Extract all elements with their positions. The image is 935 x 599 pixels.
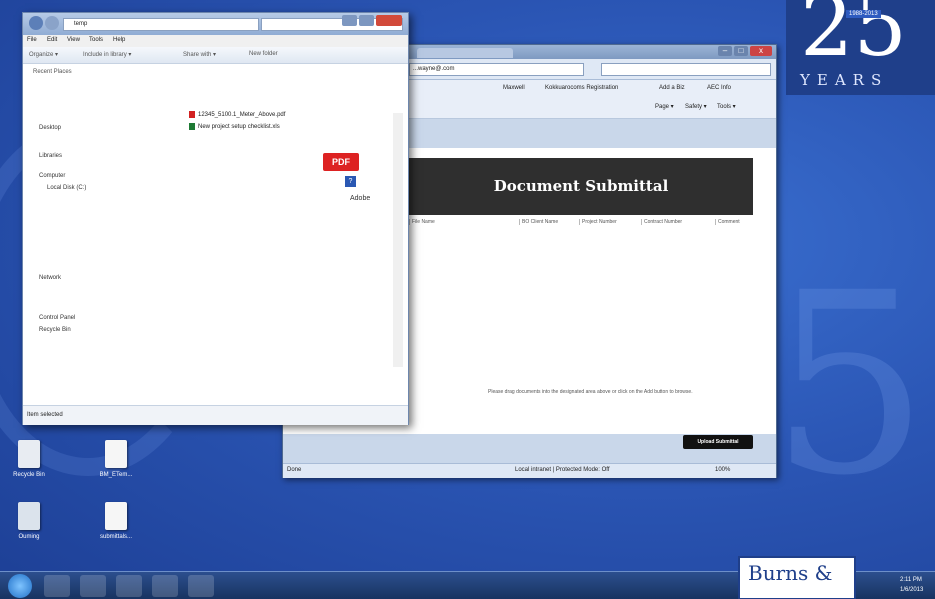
minimize-icon[interactable]: [342, 15, 357, 26]
favorite-link[interactable]: AEC Info: [707, 85, 731, 91]
desktop-icon-recycle-bin[interactable]: Recycle Bin: [5, 440, 53, 478]
anniversary-logo: 25 1988-2013 YEARS: [786, 0, 935, 95]
document-icon: [105, 440, 127, 468]
browser-tab[interactable]: [417, 48, 513, 58]
close-icon[interactable]: x: [750, 46, 772, 56]
safety-menu[interactable]: Safety ▾: [685, 103, 707, 110]
desktop-icon-label: submittals...: [99, 534, 132, 540]
upload-submittal-button[interactable]: Upload Submittal: [683, 435, 753, 449]
desktop-icon-label: Recycle Bin: [13, 472, 45, 478]
explorer-status-bar: Item selected: [23, 405, 408, 425]
taskbar: Burns & 2:11 PM 1/6/2013: [0, 556, 935, 599]
url-input[interactable]: ...wayne@.com: [409, 63, 584, 76]
forward-arrow-icon[interactable]: [45, 16, 59, 30]
tree-item-recycle-bin[interactable]: Recycle Bin: [39, 327, 71, 333]
explorer-window[interactable]: temp File Edit View Tools Help Organize …: [22, 12, 409, 425]
drop-hint: Please drag documents into the designate…: [488, 389, 693, 395]
adobe-label: Adobe: [350, 195, 371, 202]
logo-years: YEARS: [800, 71, 889, 89]
desktop-icon-file-2[interactable]: submittals...: [92, 502, 140, 540]
logo-dates: 1988-2013: [846, 10, 881, 18]
menu-tools[interactable]: Tools: [89, 37, 103, 43]
maximize-icon[interactable]: [359, 15, 374, 26]
include-library-button[interactable]: Include in library ▾: [83, 51, 131, 58]
menu-help[interactable]: Help: [113, 37, 125, 43]
document-icon: [105, 502, 127, 530]
organize-button[interactable]: Organize ▾: [29, 51, 58, 58]
minimize-icon[interactable]: –: [718, 46, 732, 56]
menu-edit[interactable]: Edit: [47, 37, 57, 43]
tree-item-desktop[interactable]: Desktop: [39, 125, 61, 131]
column-header: Comment: [715, 219, 740, 225]
tree-item-local-disk[interactable]: Local Disk (C:): [47, 185, 86, 191]
share-with-button[interactable]: Share with ▾: [183, 51, 216, 58]
pdf-preview-icon: PDF: [323, 153, 359, 171]
recycle-bin-icon: [18, 440, 40, 468]
browser-search-input[interactable]: [601, 63, 771, 76]
clock-date[interactable]: 1/6/2013: [900, 587, 923, 593]
wallpaper-five: 5: [770, 239, 930, 530]
column-header: BO Client Name: [519, 219, 558, 225]
file-name: 12345_5100.1_Meter_Above.pdf: [198, 112, 286, 119]
taskbar-app-icon[interactable]: [116, 575, 142, 597]
tree-item-libraries[interactable]: Libraries: [39, 153, 62, 159]
desktop-icon-ouming[interactable]: Ouming: [5, 502, 53, 540]
selection-status: Item selected: [27, 412, 63, 418]
column-header: Contract Number: [641, 219, 682, 225]
favorite-link[interactable]: Add a Biz: [659, 85, 685, 91]
column-header: Project Number: [579, 219, 617, 225]
menu-view[interactable]: View: [67, 37, 80, 43]
page-menu[interactable]: Page ▾: [655, 103, 674, 110]
application-icon: [18, 502, 40, 530]
help-badge-icon: ?: [345, 176, 356, 187]
browser-status-bar: Done Local intranet | Protected Mode: Of…: [283, 463, 776, 478]
submittal-table-header: File Name BO Client Name Project Number …: [409, 219, 753, 227]
tree-item-network[interactable]: Network: [39, 275, 61, 281]
tools-menu[interactable]: Tools ▾: [717, 103, 736, 110]
back-arrow-icon[interactable]: [29, 16, 43, 30]
recent-places[interactable]: Recent Places: [33, 69, 72, 75]
file-row[interactable]: 12345_5100.1_Meter_Above.pdf: [189, 111, 285, 118]
vertical-scrollbar[interactable]: [393, 113, 403, 367]
desktop-icon-file-1[interactable]: BM_ETem...: [92, 440, 140, 478]
explorer-address-input[interactable]: temp: [63, 18, 259, 31]
close-icon[interactable]: [376, 15, 402, 26]
pdf-file-icon: [189, 111, 195, 118]
excel-file-icon: [189, 123, 195, 130]
favorite-link[interactable]: Kokkuarocoms Registration: [545, 85, 618, 91]
status-text: Done: [287, 467, 302, 473]
tree-item-control-panel[interactable]: Control Panel: [39, 315, 75, 321]
menu-file[interactable]: File: [27, 37, 37, 43]
taskbar-ie-icon[interactable]: [44, 575, 70, 597]
taskbar-folder-icon[interactable]: [152, 575, 178, 597]
maximize-icon[interactable]: □: [734, 46, 748, 56]
taskbar-tools-icon[interactable]: [188, 575, 214, 597]
start-button-icon[interactable]: [8, 574, 32, 598]
page-title: Document Submittal: [409, 158, 753, 215]
file-row[interactable]: New project setup checklist.xls: [189, 123, 280, 130]
desktop-icon-label: BM_ETem...: [99, 472, 133, 478]
tree-item-computer[interactable]: Computer: [39, 173, 65, 179]
column-header: File Name: [409, 219, 435, 225]
new-folder-button[interactable]: New folder: [249, 51, 278, 57]
explorer-title-bar[interactable]: temp: [23, 13, 408, 35]
file-name: New project setup checklist.xls: [198, 124, 280, 131]
zoom-level[interactable]: 100%: [715, 467, 730, 473]
favorite-link[interactable]: Maxwell: [503, 85, 525, 91]
navigation-tree: Desktop Libraries Computer Local Disk (C…: [23, 113, 203, 409]
desktop: 5 25 1988-2013 YEARS Recycle Bin BM_ETem…: [0, 0, 935, 599]
clock-time[interactable]: 2:11 PM: [900, 577, 922, 583]
explorer-menu-bar: File Edit View Tools Help: [23, 35, 408, 47]
taskbar-explorer-icon[interactable]: [80, 575, 106, 597]
security-zone: Local intranet | Protected Mode: Off: [515, 467, 610, 473]
desktop-icon-label: Ouming: [18, 534, 40, 540]
explorer-toolbar: Organize ▾ Include in library ▾ Share wi…: [23, 47, 408, 64]
brand-watermark: Burns &: [738, 556, 856, 599]
